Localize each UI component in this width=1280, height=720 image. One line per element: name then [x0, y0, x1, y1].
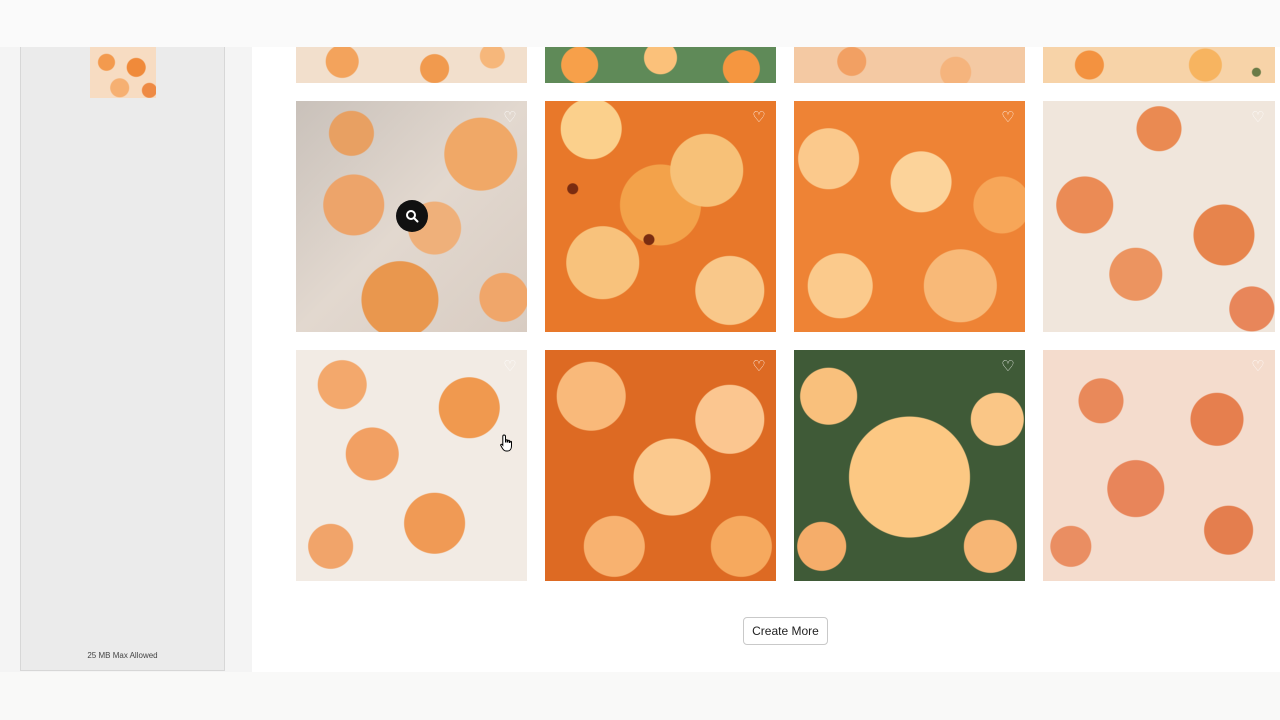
magnifier-icon [406, 210, 419, 223]
bottom-bar [0, 672, 1280, 720]
pattern-tile[interactable]: ♡ [296, 101, 527, 332]
pattern-tile[interactable] [1043, 47, 1275, 83]
pattern-tile[interactable]: ♡ [1043, 350, 1275, 581]
pattern-tile[interactable]: ♡ [296, 350, 527, 581]
pattern-tile[interactable]: ♡ [545, 350, 776, 581]
heart-outline-icon[interactable]: ♡ [502, 110, 518, 126]
create-more-button[interactable]: Create More [743, 617, 828, 645]
pattern-tile[interactable] [545, 47, 776, 83]
zoom-button[interactable] [396, 200, 428, 232]
max-size-label: 25 MB Max Allowed [87, 651, 158, 660]
pattern-tile[interactable]: ♡ [545, 101, 776, 332]
uploaded-image-thumbnail[interactable] [90, 47, 156, 98]
heart-outline-icon[interactable]: ♡ [1000, 110, 1016, 126]
heart-outline-icon[interactable]: ♡ [502, 359, 518, 375]
pattern-tile[interactable]: ♡ [794, 101, 1025, 332]
pattern-tile[interactable] [794, 47, 1025, 83]
pattern-tile[interactable]: ♡ [794, 350, 1025, 581]
left-panel: 25 MB Max Allowed [0, 47, 252, 672]
heart-outline-icon[interactable]: ♡ [1250, 110, 1266, 126]
upload-dropzone[interactable]: 25 MB Max Allowed [20, 47, 225, 671]
top-bar [0, 0, 1280, 47]
heart-outline-icon[interactable]: ♡ [751, 359, 767, 375]
heart-outline-icon[interactable]: ♡ [1250, 359, 1266, 375]
heart-outline-icon[interactable]: ♡ [1000, 359, 1016, 375]
hand-pointer-icon [500, 434, 512, 452]
pattern-tile[interactable]: ♡ [1043, 101, 1275, 332]
pattern-tile[interactable] [296, 47, 527, 83]
heart-outline-icon[interactable]: ♡ [751, 110, 767, 126]
